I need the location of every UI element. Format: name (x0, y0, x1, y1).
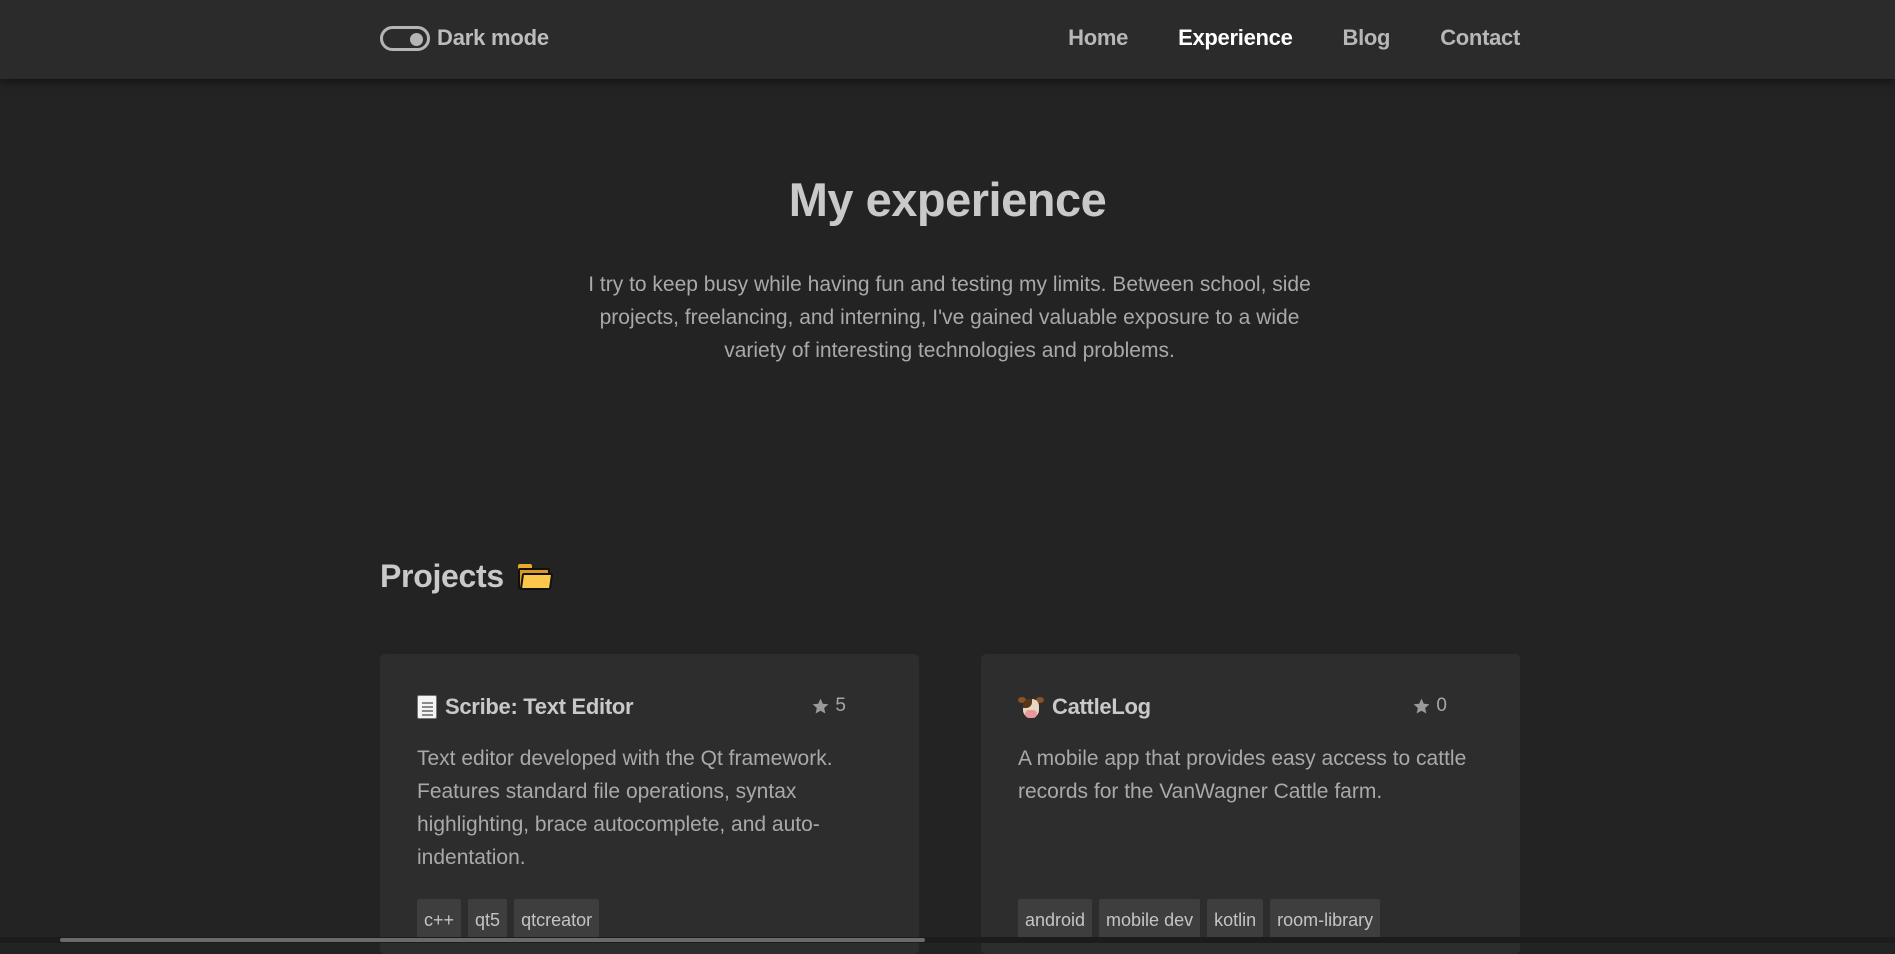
tag[interactable]: mobile dev (1099, 899, 1201, 941)
tag[interactable]: qtcreator (514, 899, 600, 941)
star-icon (1412, 697, 1431, 716)
project-title[interactable]: Scribe: Text Editor (445, 694, 634, 720)
card-header: CattleLog 0 (1018, 694, 1483, 724)
tag[interactable]: room-library (1270, 899, 1381, 941)
dark-mode-toggle[interactable]: Dark mode (380, 25, 549, 51)
top-navbar: Dark mode Home Experience Blog Contact (0, 0, 1895, 79)
project-card-scribe: Scribe: Text Editor 5 Text editor develo… (380, 654, 919, 954)
document-icon (417, 695, 437, 719)
star-count: 0 (1412, 695, 1447, 717)
page-title: My experience (788, 173, 1107, 226)
tag-list: c++ qt5 qtcreator (417, 899, 606, 941)
tag[interactable]: android (1018, 899, 1093, 941)
horizontal-scrollbar-thumb[interactable] (60, 938, 925, 942)
star-icon (811, 697, 830, 716)
project-description: Text editor developed with the Qt framew… (417, 747, 833, 869)
nav-link-blog[interactable]: Blog (1343, 25, 1391, 51)
toggle-knob (410, 32, 423, 46)
nav-links: Home Experience Blog Contact (1018, 25, 1520, 51)
nav-link-contact[interactable]: Contact (1440, 25, 1520, 51)
hero-description: I try to keep busy while having fun and … (588, 273, 1311, 362)
tag[interactable]: qt5 (468, 899, 508, 941)
nav-link-experience[interactable]: Experience (1178, 25, 1293, 51)
dark-mode-label[interactable]: Dark mode (437, 25, 549, 51)
card-header: Scribe: Text Editor 5 (417, 694, 882, 724)
projects-heading: Projects (380, 558, 554, 595)
tag[interactable]: c++ (417, 899, 462, 941)
star-count: 5 (811, 695, 846, 717)
folder-icon (517, 563, 554, 590)
star-count-value: 5 (835, 695, 846, 716)
tag-list: android mobile dev kotlin room-library (1018, 899, 1387, 941)
cow-icon (1018, 695, 1044, 719)
toggle-switch-icon[interactable] (380, 25, 430, 51)
projects-heading-text: Projects (380, 558, 504, 594)
project-description: A mobile app that provides easy access t… (1018, 747, 1467, 803)
star-count-value: 0 (1436, 695, 1447, 716)
project-title[interactable]: CattleLog (1052, 694, 1151, 720)
tag[interactable]: kotlin (1207, 899, 1264, 941)
nav-link-home[interactable]: Home (1068, 25, 1128, 51)
project-card-cattlelog: CattleLog 0 A mobile app that provides e… (981, 654, 1520, 954)
